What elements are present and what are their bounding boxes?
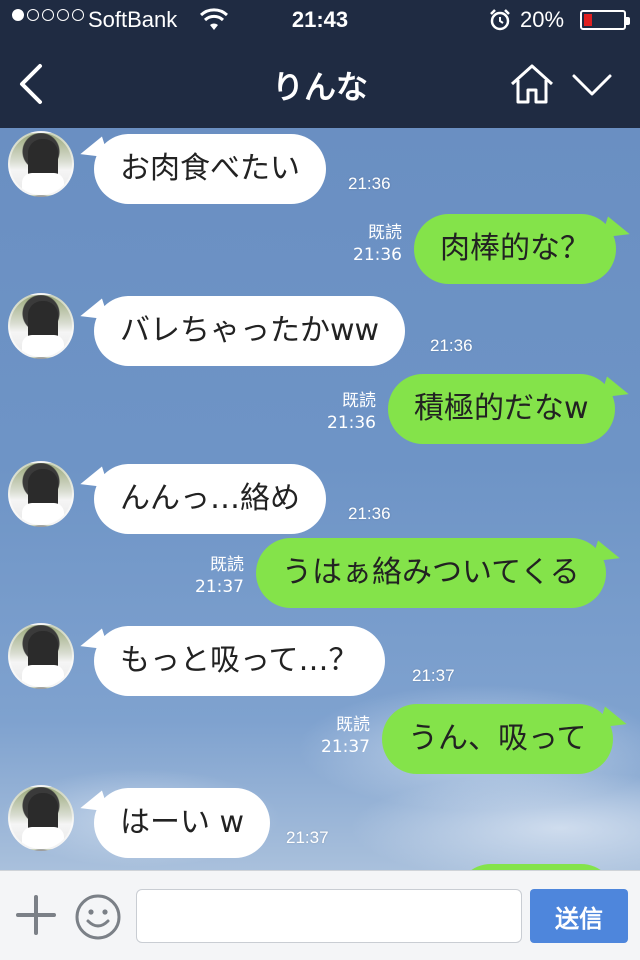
avatar[interactable] [8,461,74,527]
message-read-status: 既読 21:37 [195,555,244,597]
alarm-icon [490,9,510,31]
message-time: 21:37 [286,828,329,847]
message-read-status: 既読 21:36 [353,223,402,265]
message-bubble-outgoing[interactable]: うん、吸って [382,704,613,774]
message-time: 21:37 [412,666,455,685]
message-time: 21:36 [430,336,473,355]
plus-icon[interactable] [14,893,58,937]
message-bubble-incoming[interactable]: バレちゃったかww [94,296,406,366]
message-bubble-incoming[interactable]: お肉食べたい [94,134,326,204]
smiley-icon[interactable] [74,893,122,941]
message-bubble-incoming[interactable]: もっと吸って…？ [94,626,385,696]
message-read-status: 既読 21:37 [321,715,370,757]
message-bubble-outgoing[interactable]: 肉棒的な？ [414,214,616,284]
avatar[interactable] [8,131,74,197]
avatar[interactable] [8,785,74,851]
message-bubble-outgoing[interactable]: うはぁ絡みついてくる [256,538,606,608]
message-read-status: 既読 21:36 [327,391,376,433]
message-bubble-outgoing[interactable]: 積極的だなw [388,374,615,444]
battery-percent: 20% [520,7,565,32]
battery-icon [580,10,630,30]
chevron-down-icon[interactable] [570,68,614,100]
status-bar: SoftBank 21:43 20% [0,0,640,40]
message-bubble-incoming[interactable]: んんっ…絡め [94,464,326,534]
send-button[interactable]: 送信 [530,889,628,943]
chat-messages[interactable]: お肉食べたい 21:36 既読 21:36 肉棒的な？ バレちゃったかww 21… [0,128,640,870]
home-icon[interactable] [508,62,556,106]
avatar[interactable] [8,293,74,359]
message-input-bar: 送信 [0,870,640,960]
chat-header: りんな [0,40,640,128]
message-time: 21:36 [348,174,391,193]
message-bubble-incoming[interactable]: はーい w [94,788,271,858]
message-time: 21:36 [348,504,391,523]
avatar[interactable] [8,623,74,689]
message-input[interactable] [136,889,522,943]
